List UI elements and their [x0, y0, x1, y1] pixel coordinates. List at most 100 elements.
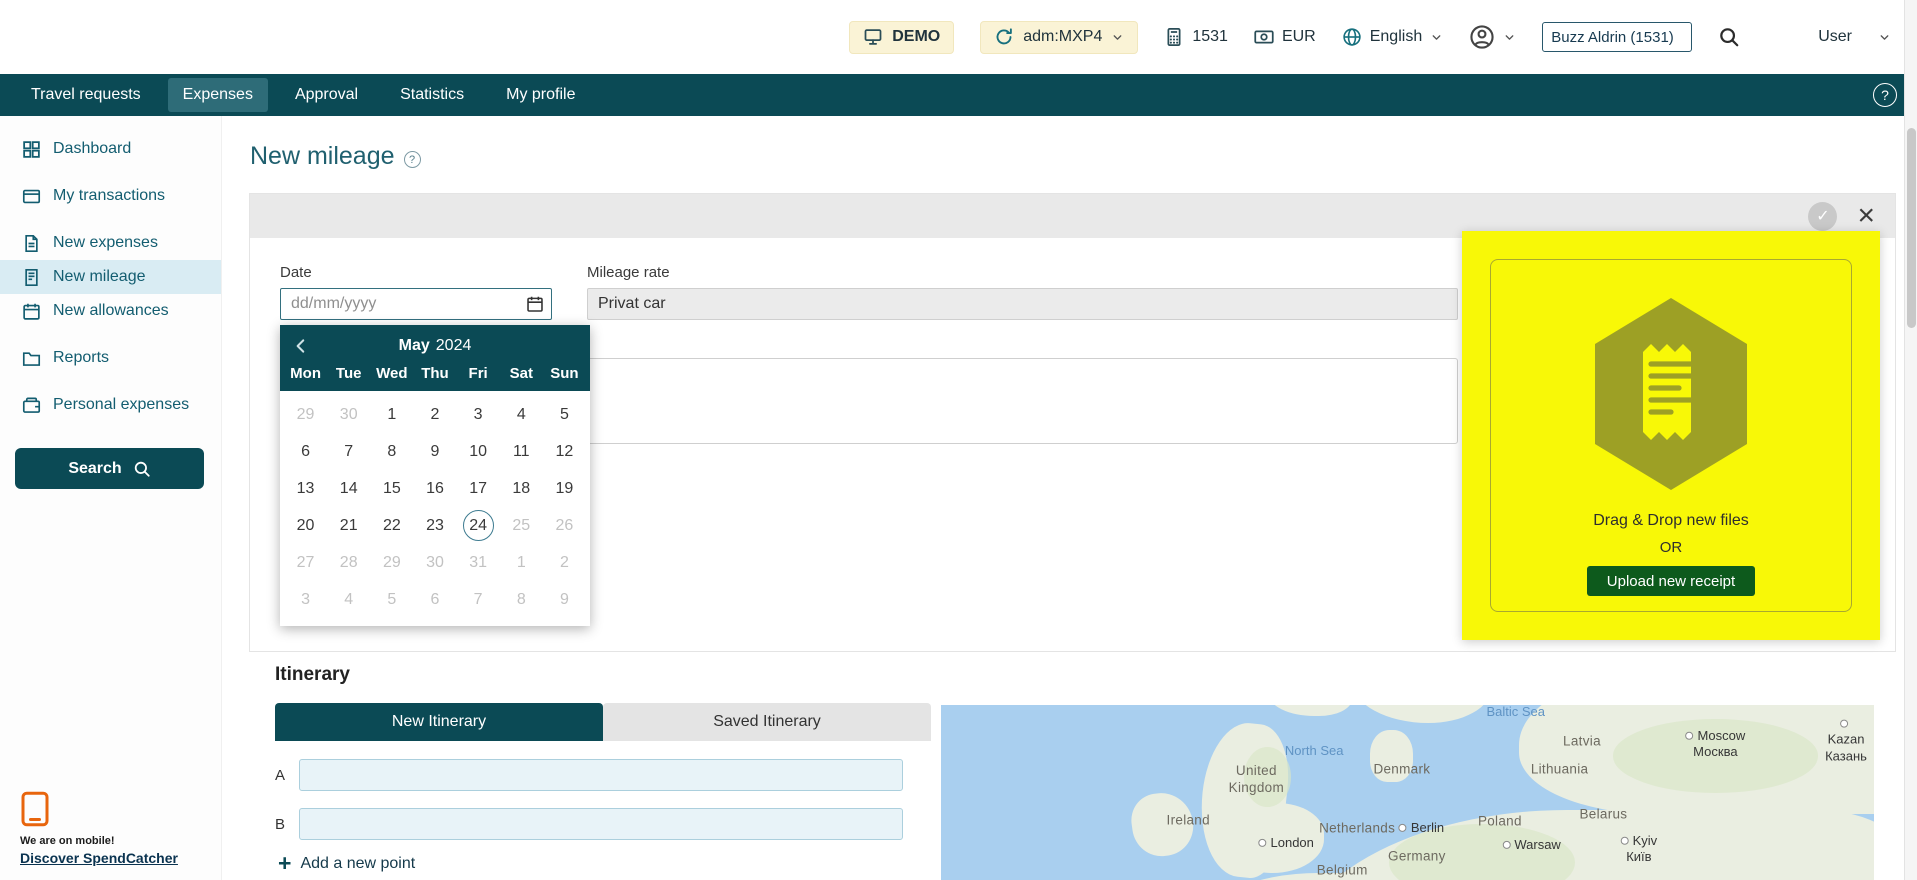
nav-item[interactable]: Travel requests: [16, 78, 156, 112]
main-nav: Travel requests Expenses Approval Statistic…: [0, 74, 1917, 116]
calendar-day[interactable]: 28: [327, 544, 370, 581]
calendar-year: 2024: [436, 337, 472, 355]
save-check-button[interactable]: ✓: [1808, 202, 1837, 231]
help-icon[interactable]: ?: [1873, 83, 1897, 107]
receipt-dropzone[interactable]: Drag & Drop new files OR Upload new rece…: [1462, 231, 1880, 640]
calendar-day[interactable]: 18: [500, 470, 543, 507]
sidebar-item[interactable]: Personal expenses: [0, 388, 221, 422]
sidebar: Dashboard My transactions New expenses N…: [0, 116, 222, 880]
calendar-day[interactable]: 3: [457, 396, 500, 433]
sidebar-item[interactable]: New allowances: [0, 294, 221, 328]
itinerary-tab[interactable]: New Itinerary: [275, 703, 603, 741]
discover-spendcatcher-link[interactable]: Discover SpendCatcher: [20, 850, 178, 866]
sidebar-item[interactable]: My transactions: [0, 179, 221, 213]
calendar-day[interactable]: 11: [500, 433, 543, 470]
map-land-ireland: [1128, 789, 1197, 860]
calendar-day[interactable]: 12: [543, 433, 586, 470]
itinerary-tab[interactable]: Saved Itinerary: [603, 703, 931, 741]
dropzone-inner: Drag & Drop new files OR Upload new rece…: [1490, 259, 1852, 612]
nav-item[interactable]: Approval: [280, 78, 373, 112]
calendar-day[interactable]: 23: [413, 507, 456, 544]
calendar-day[interactable]: 5: [543, 396, 586, 433]
calendar-day[interactable]: 2: [543, 544, 586, 581]
account-icon: [1469, 24, 1495, 50]
calendar-day[interactable]: 16: [413, 470, 456, 507]
calendar-day[interactable]: 10: [457, 433, 500, 470]
calendar-day[interactable]: 30: [413, 544, 456, 581]
currency-icon: [1254, 27, 1274, 47]
calendar-day[interactable]: 15: [370, 470, 413, 507]
add-point-button[interactable]: + Add a new point: [278, 852, 415, 875]
calendar-day[interactable]: 7: [327, 433, 370, 470]
calendar-day[interactable]: 25: [500, 507, 543, 544]
calendar-day[interactable]: 29: [284, 396, 327, 433]
calendar-day[interactable]: 14: [327, 470, 370, 507]
title-help-icon[interactable]: ?: [404, 151, 421, 168]
calendar-day[interactable]: 19: [543, 470, 586, 507]
close-icon[interactable]: ×: [1857, 201, 1875, 231]
calendar-weekday: Tue: [327, 365, 370, 382]
itinerary-tabs: New ItinerarySaved Itinerary: [275, 703, 931, 741]
search-button[interactable]: Search: [15, 448, 204, 489]
chevron-down-icon: [1430, 31, 1443, 44]
calendar-day[interactable]: 29: [370, 544, 413, 581]
previous-month-icon[interactable]: [292, 337, 310, 355]
itinerary-point-input[interactable]: [299, 808, 903, 840]
calendar-day[interactable]: 9: [543, 581, 586, 618]
itinerary-point-input[interactable]: [299, 759, 903, 791]
calendar-day[interactable]: 8: [370, 433, 413, 470]
calendar-day[interactable]: 1: [500, 544, 543, 581]
calendar-icon[interactable]: [526, 295, 544, 313]
calendar-day[interactable]: 31: [457, 544, 500, 581]
user-search-input[interactable]: [1542, 22, 1692, 52]
calendar-day[interactable]: 5: [370, 581, 413, 618]
calendar-day[interactable]: 6: [284, 433, 327, 470]
calendar-day[interactable]: 22: [370, 507, 413, 544]
calendar-day[interactable]: 8: [500, 581, 543, 618]
calendar-day[interactable]: 30: [327, 396, 370, 433]
nav-item[interactable]: My profile: [491, 78, 590, 112]
calendar-day[interactable]: 4: [327, 581, 370, 618]
chevron-down-icon: [1878, 31, 1891, 44]
map[interactable]: Baltic SeaNorth SeaLatviaMoscow МоскваKa…: [941, 705, 1874, 880]
sidebar-item[interactable]: Reports: [0, 341, 221, 375]
branch-indicator[interactable]: 1531: [1164, 27, 1228, 47]
nav-items: Travel requests Expenses Approval Statistic…: [16, 78, 590, 112]
sidebar-item[interactable]: New mileage: [0, 260, 221, 294]
calendar-day[interactable]: 7: [457, 581, 500, 618]
user-menu[interactable]: User: [1818, 28, 1891, 46]
scrollbar-track[interactable]: [1904, 0, 1917, 880]
calendar-day[interactable]: 9: [413, 433, 456, 470]
currency-indicator[interactable]: EUR: [1254, 27, 1316, 47]
calendar-day[interactable]: 4: [500, 396, 543, 433]
upload-receipt-button[interactable]: Upload new receipt: [1587, 566, 1755, 596]
search-icon[interactable]: [1718, 26, 1740, 48]
account-menu[interactable]: [1469, 24, 1516, 50]
calendar-day[interactable]: 24: [457, 507, 500, 544]
language-selector[interactable]: English: [1342, 27, 1443, 47]
calendar-day[interactable]: 27: [284, 544, 327, 581]
calendar-day[interactable]: 6: [413, 581, 456, 618]
calendar-weekday: Fri: [457, 365, 500, 382]
calendar-day[interactable]: 26: [543, 507, 586, 544]
calendar-weekday: Mon: [284, 365, 327, 382]
calendar-day[interactable]: 1: [370, 396, 413, 433]
globe-icon: [1342, 27, 1362, 47]
calendar-day[interactable]: 3: [284, 581, 327, 618]
calendar-day[interactable]: 2: [413, 396, 456, 433]
adm-selector[interactable]: adm:MXP4: [980, 21, 1138, 54]
calendar-weekday: Sun: [543, 365, 586, 382]
demo-badge[interactable]: DEMO: [849, 21, 954, 54]
scrollbar-thumb[interactable]: [1907, 128, 1916, 328]
nav-item[interactable]: Expenses: [168, 78, 268, 112]
calendar-day[interactable]: 21: [327, 507, 370, 544]
nav-item[interactable]: Statistics: [385, 78, 479, 112]
sidebar-item[interactable]: New expenses: [0, 226, 221, 260]
calendar-day[interactable]: 20: [284, 507, 327, 544]
adm-label: adm:MXP4: [1023, 28, 1102, 46]
calendar-day[interactable]: 17: [457, 470, 500, 507]
sidebar-item[interactable]: Dashboard: [0, 132, 221, 166]
sidebar-item-label: New allowances: [53, 302, 169, 320]
calendar-day[interactable]: 13: [284, 470, 327, 507]
date-input[interactable]: [280, 288, 552, 320]
